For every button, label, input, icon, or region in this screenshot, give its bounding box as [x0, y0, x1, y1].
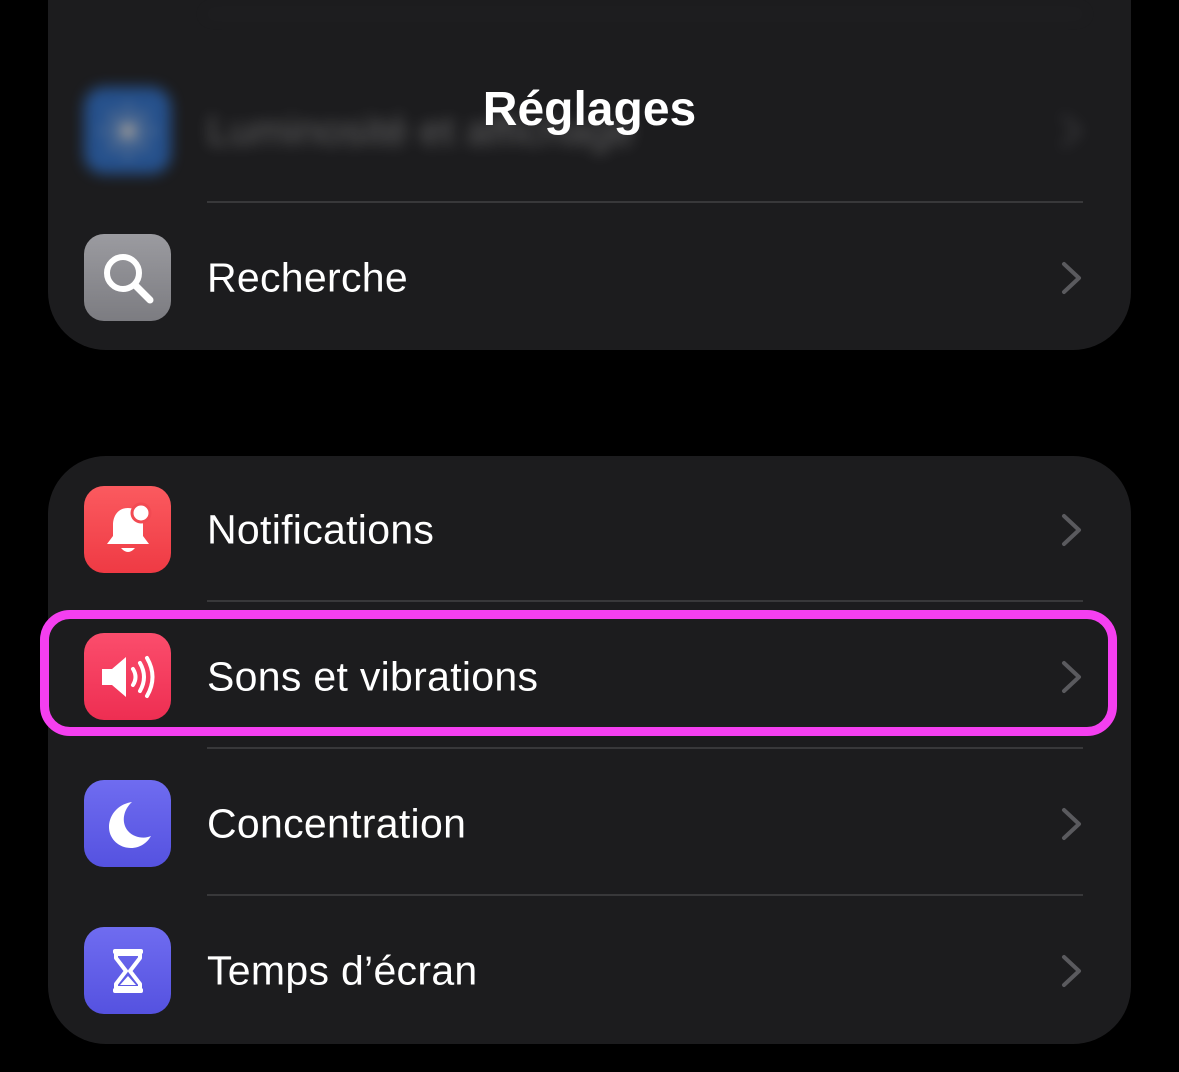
bell-icon	[84, 486, 171, 573]
settings-row-label: Sons et vibrations	[207, 653, 539, 699]
row-separator	[207, 201, 1083, 203]
chevron-right-icon	[1062, 261, 1081, 294]
settings-row-search[interactable]: Recherche	[48, 204, 1131, 350]
page-title: Réglages	[482, 83, 697, 136]
settings-row-label: Concentration	[207, 800, 467, 846]
search-icon	[84, 234, 171, 321]
settings-row-label: Recherche	[207, 254, 408, 300]
settings-row-label: Notifications	[207, 506, 435, 552]
settings-group-main: Notifications Sons et vibrations Concent…	[48, 456, 1131, 1044]
settings-row-label: Temps d’écran	[207, 947, 478, 993]
row-separator	[207, 894, 1083, 896]
settings-group-top: Luminosité et affichage Recherche	[48, 0, 1131, 350]
chevron-right-icon	[1062, 513, 1081, 546]
row-separator	[207, 13, 1083, 15]
settings-row-notifications[interactable]: Notifications	[48, 456, 1131, 603]
settings-row-screen-time[interactable]: Temps d’écran	[48, 897, 1131, 1044]
chevron-right-icon	[1062, 807, 1081, 840]
speaker-icon	[84, 633, 171, 720]
row-separator	[207, 747, 1083, 749]
settings-row-focus[interactable]: Concentration	[48, 750, 1131, 897]
hourglass-icon	[84, 927, 171, 1014]
settings-row-sounds-haptics[interactable]: Sons et vibrations	[48, 603, 1131, 750]
row-separator	[207, 600, 1083, 602]
settings-row-blurred-1[interactable]	[48, 0, 1131, 13]
chevron-right-icon	[1062, 954, 1081, 987]
moon-icon	[84, 780, 171, 867]
chevron-right-icon	[1062, 660, 1081, 693]
